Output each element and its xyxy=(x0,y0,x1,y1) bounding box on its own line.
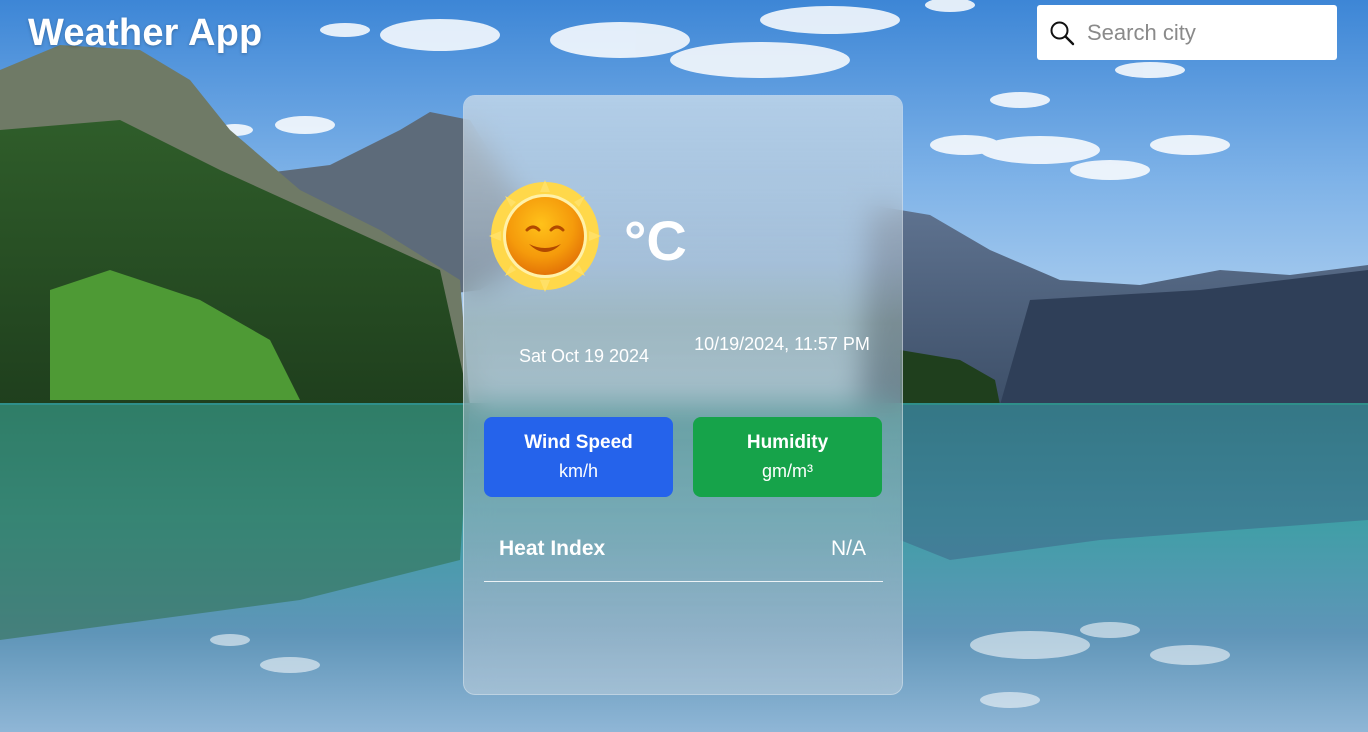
wind-speed-box: Wind Speed km/h xyxy=(484,417,673,497)
current-datetime: 10/19/2024, 11:57 PM xyxy=(694,334,870,354)
wind-speed-unit: km/h xyxy=(558,461,598,481)
current-date: Sat Oct 19 2024 xyxy=(518,346,650,366)
wind-speed-label: Wind Speed xyxy=(524,432,633,453)
heat-index-label: Heat Index xyxy=(499,537,606,560)
humidity-box: Humidity gm/m³ xyxy=(693,417,882,497)
app-title: Weather App xyxy=(28,12,263,54)
heat-index-value: N/A xyxy=(830,537,866,560)
search-input[interactable] xyxy=(1087,19,1327,46)
temperature-value: °C xyxy=(624,209,687,272)
smiling-sun-icon xyxy=(489,180,601,292)
humidity-label: Humidity xyxy=(746,432,829,453)
weather-card: °C Sat Oct 19 2024 10/19/2024, 11:57 PM … xyxy=(463,95,903,695)
humidity-unit: gm/m³ xyxy=(762,461,813,481)
search-box[interactable] xyxy=(1037,5,1337,60)
divider xyxy=(484,581,883,582)
search-icon[interactable] xyxy=(1049,20,1075,46)
